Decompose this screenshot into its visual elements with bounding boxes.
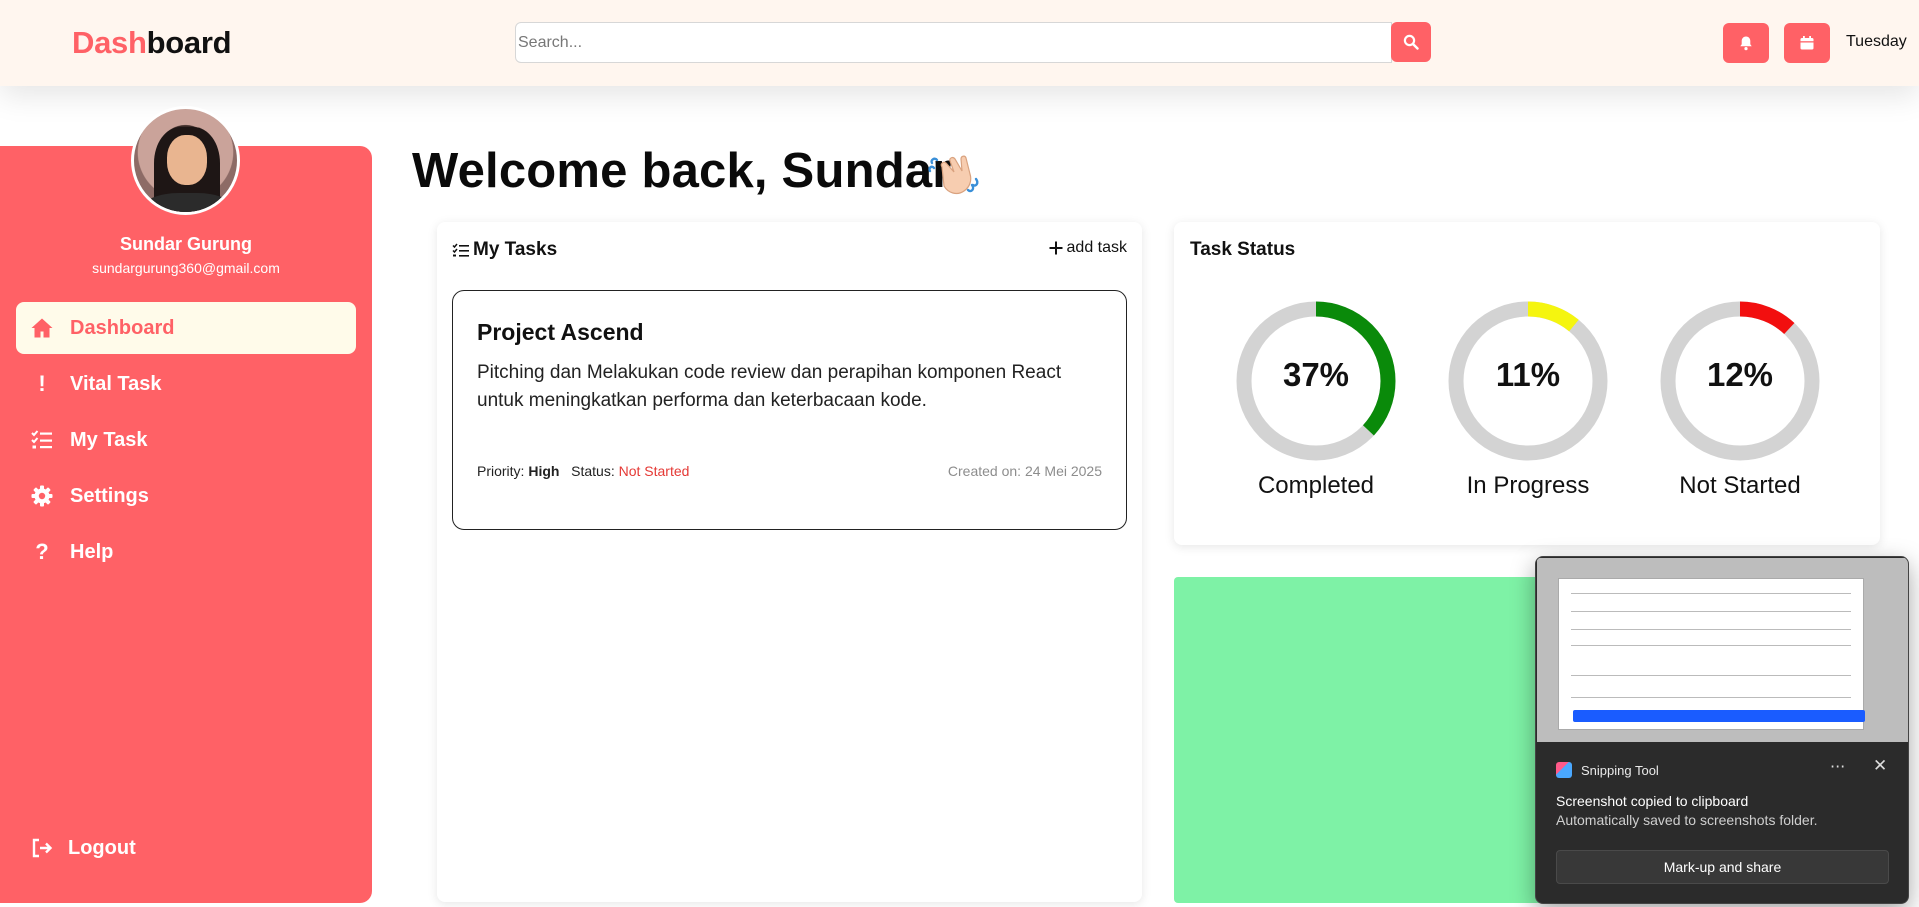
sidebar-item-label: Help (70, 540, 114, 563)
donut-percent: 37% (1282, 356, 1350, 393)
task-description: Pitching dan Melakukan code review dan p… (477, 362, 1062, 411)
add-task-button[interactable]: add task (1049, 239, 1127, 257)
status-value: Not Started (618, 463, 690, 479)
plus-icon (1049, 241, 1063, 255)
task-meta: Priority: High Status: Not Started (477, 463, 689, 479)
sidebar-item-help[interactable]: ? Help (16, 526, 356, 578)
brand-accent-text: Dash (72, 25, 147, 60)
more-options-button[interactable]: ··· (1830, 757, 1845, 776)
search-icon (1403, 34, 1419, 50)
task-status-title: Task Status (1190, 239, 1296, 260)
page-title: Welcome back, Sundar (412, 144, 952, 198)
close-button[interactable]: ✕ (1873, 756, 1887, 776)
toast-heading: Screenshot copied to clipboard (1556, 793, 1749, 809)
my-tasks-title: My Tasks (452, 239, 557, 261)
priority-value: High (528, 463, 560, 479)
donut-label: In Progress (1466, 472, 1590, 499)
list-check-icon (452, 243, 469, 257)
bell-icon (1740, 36, 1752, 51)
sidebar-nav: Dashboard ! Vital Task My Task Settings … (16, 302, 356, 582)
snipping-tool-icon (1556, 762, 1572, 778)
sidebar-item-vital-task[interactable]: ! Vital Task (16, 358, 356, 410)
avatar[interactable] (131, 106, 240, 215)
sidebar-item-dashboard[interactable]: Dashboard (16, 302, 356, 354)
waving-hand-icon (928, 155, 979, 195)
user-email: sundargurung360@gmail.com (92, 260, 280, 276)
markup-share-button[interactable]: Mark-up and share (1556, 850, 1889, 884)
sidebar-item-label: Settings (70, 484, 149, 507)
brand-rest-text: board (146, 25, 232, 60)
my-tasks-card: My Tasks add task Project Ascend Pitchin… (437, 222, 1142, 902)
task-created-date: Created on: 24 Mei 2025 (947, 463, 1102, 479)
brand-logo[interactable]: Dashboard (72, 25, 232, 61)
task-card[interactable]: Project Ascend Pitching dan Melakukan co… (452, 290, 1127, 530)
search-input[interactable] (515, 22, 1392, 63)
calendar-button[interactable] (1784, 23, 1830, 63)
task-title: Project Ascend (477, 319, 644, 345)
sidebar-item-label: Vital Task (70, 372, 162, 395)
task-status-card: Task Status 37% Completed 11% In Progress 12… (1174, 222, 1880, 545)
snipping-tool-notification[interactable]: Snipping Tool ··· ✕ Screenshot copied to… (1535, 556, 1909, 904)
sidebar-item-settings[interactable]: Settings (16, 470, 356, 522)
sidebar-item-label: Dashboard (70, 316, 175, 339)
my-tasks-label: My Tasks (473, 239, 558, 260)
donut-percent: 11% (1495, 356, 1561, 393)
checklist-icon (30, 428, 54, 452)
donut-label: Completed (1257, 472, 1375, 499)
sidebar-item-my-task[interactable]: My Task (16, 414, 356, 466)
toast-app-row: Snipping Tool (1556, 762, 1659, 778)
search-button[interactable] (1391, 22, 1431, 62)
current-day: Tuesday (1846, 33, 1907, 50)
add-task-label: add task (1066, 239, 1127, 256)
gear-icon (30, 484, 54, 508)
status-label: Status: (571, 463, 615, 479)
top-header: Dashboard Tuesday (0, 0, 1919, 86)
calendar-icon (1800, 36, 1814, 50)
thumbnail-document (1558, 578, 1865, 730)
sidebar: Sundar Gurung sundargurung360@gmail.com … (0, 146, 372, 903)
donut-percent: 12% (1706, 356, 1774, 393)
screenshot-thumbnail[interactable] (1537, 558, 1908, 742)
logout-icon (30, 836, 54, 860)
search-bar (515, 22, 1431, 63)
exclamation-icon: ! (38, 371, 46, 396)
donut-completed: 37% Completed (1226, 298, 1406, 499)
user-name: Sundar Gurung (120, 234, 252, 254)
notifications-button[interactable] (1723, 23, 1769, 63)
donut-not-started: 12% Not Started (1650, 298, 1830, 499)
home-icon (30, 316, 54, 340)
donut-label: Not Started (1679, 472, 1801, 499)
toast-subtext: Automatically saved to screenshots folde… (1556, 812, 1818, 828)
donut-in-progress: 11% In Progress (1438, 298, 1618, 499)
priority-label: Priority: (477, 463, 525, 479)
sidebar-item-label: My Task (70, 428, 148, 451)
toast-app-name: Snipping Tool (1581, 762, 1659, 778)
question-icon: ? (35, 539, 49, 564)
logout-button[interactable]: Logout (30, 836, 136, 860)
logout-label: Logout (68, 836, 136, 859)
